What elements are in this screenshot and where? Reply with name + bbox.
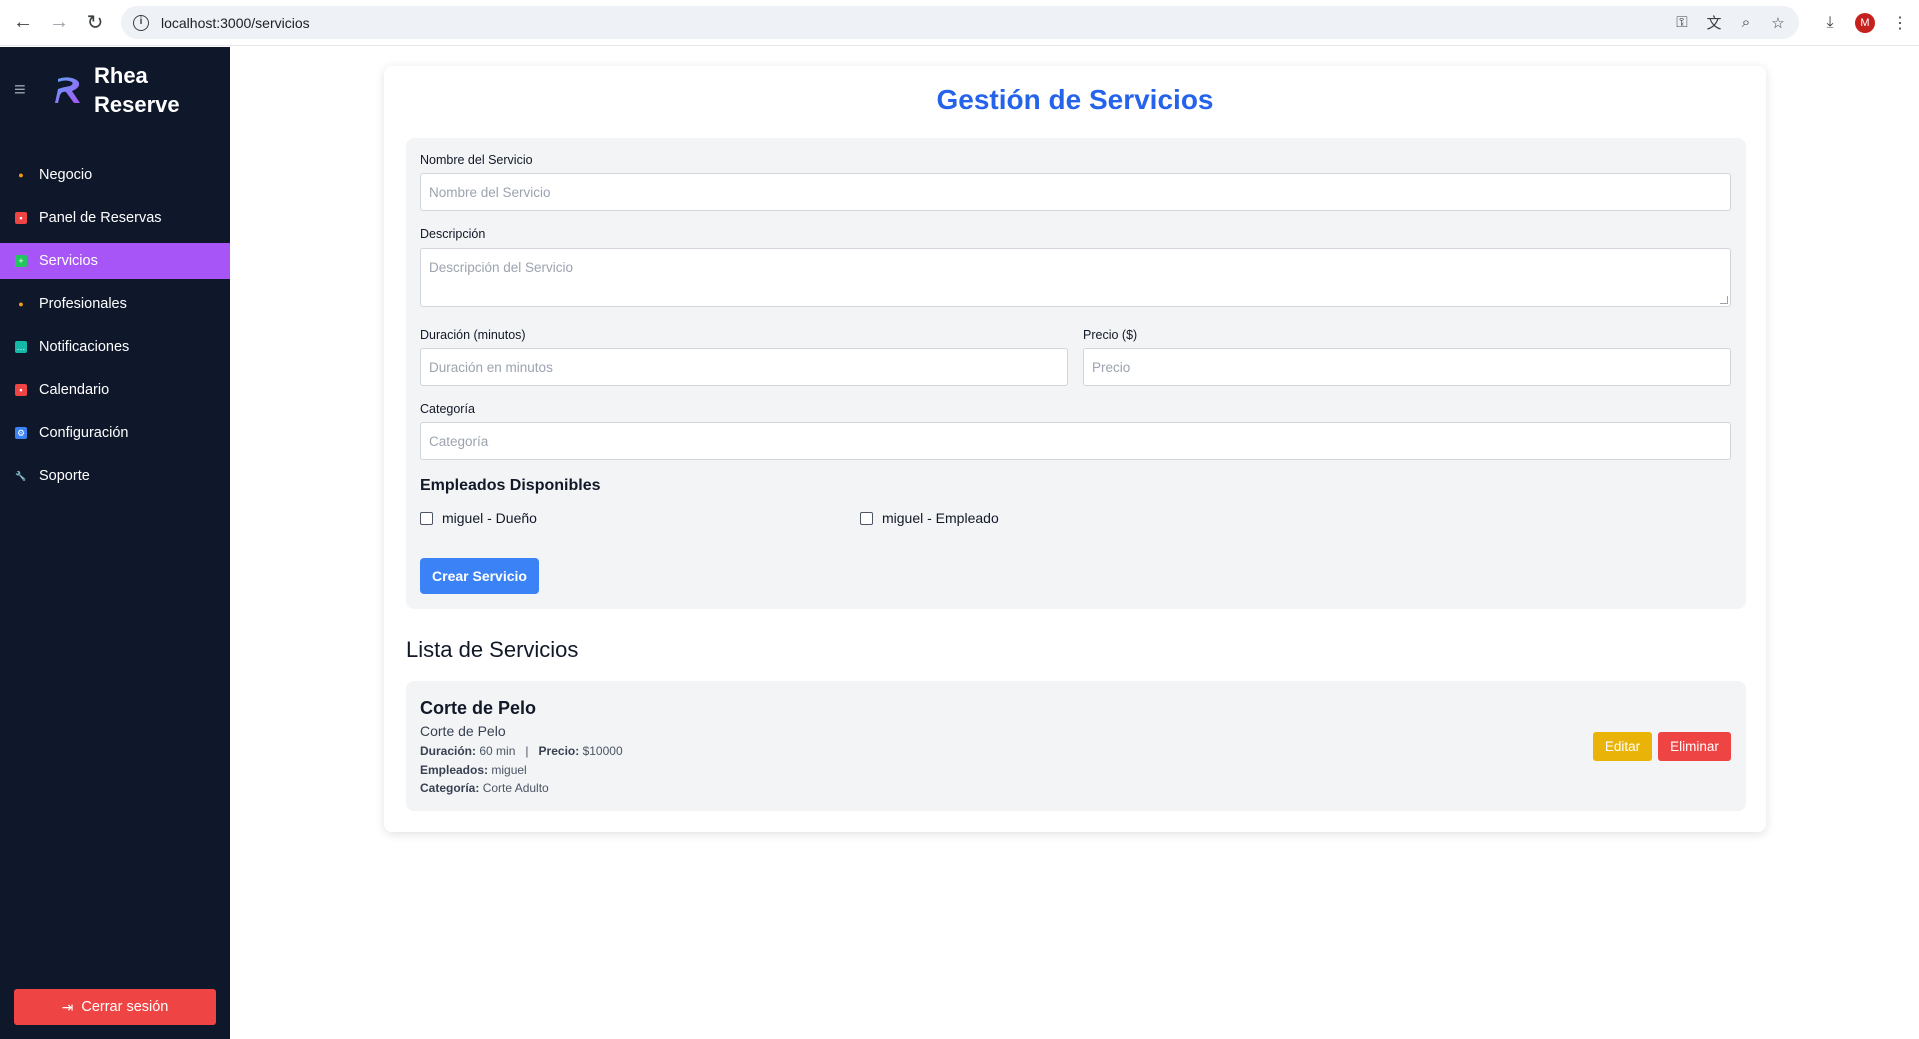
sidebar-item-configuracion[interactable]: ⚙ Configuración — [0, 415, 230, 451]
person-icon: ● — [18, 299, 24, 309]
name-label: Nombre del Servicio — [420, 153, 533, 167]
sidebar-item-soporte[interactable]: 🔧 Soporte — [0, 458, 230, 494]
page-title: Gestión de Servicios — [936, 84, 1214, 115]
brand-name: Rhea Reserve — [94, 63, 180, 117]
calendar-icon: ▪ — [15, 384, 27, 396]
category-input[interactable]: Categoría — [420, 422, 1731, 460]
employee-label: miguel - Empleado — [882, 510, 999, 526]
logout-button[interactable]: ⇥ Cerrar sesión — [14, 989, 216, 1025]
more-menu-icon[interactable]: ⋮ — [1889, 12, 1911, 34]
wrench-icon: 🔧 — [15, 470, 27, 481]
category-key: Categoría: — [420, 781, 480, 795]
sidebar-item-negocio[interactable]: ● Negocio — [0, 157, 230, 193]
service-item: Corte de Pelo Corte de Pelo Duración: 60… — [406, 681, 1746, 811]
sidebar-item-label: Negocio — [39, 167, 93, 183]
logout-label: Cerrar sesión — [81, 999, 169, 1015]
address-bar[interactable]: i localhost:3000/servicios ⚿ 文 ⌕ ☆ — [121, 6, 1799, 39]
sidebar-item-label: Profesionales — [39, 296, 127, 312]
service-name-input[interactable]: Nombre del Servicio — [420, 173, 1731, 211]
download-icon[interactable]: ⤓ — [1819, 12, 1841, 34]
employee-label: miguel - Dueño — [442, 510, 537, 526]
rhea-logo-icon — [55, 77, 80, 103]
description-placeholder: Descripción del Servicio — [429, 260, 574, 275]
sidebar-item-label: Soporte — [39, 468, 90, 484]
description-textarea[interactable]: Descripción del Servicio — [420, 248, 1731, 307]
description-label: Descripción — [420, 227, 486, 241]
sidebar-item-label: Configuración — [39, 425, 129, 441]
duration-value: 60 min — [479, 744, 516, 758]
employee-checkbox-employee[interactable]: miguel - Empleado — [860, 510, 999, 526]
logout-icon: ⇥ — [61, 998, 74, 1015]
edit-button[interactable]: Editar — [1593, 732, 1652, 761]
sidebar-item-notificaciones[interactable]: … Notificaciones — [0, 329, 230, 365]
person-icon: ● — [18, 170, 24, 180]
service-duration-price: Duración: 60 min | Precio: $10000 — [420, 744, 623, 758]
address-url[interactable]: localhost:3000/servicios — [161, 15, 310, 31]
reload-icon[interactable]: ↻ — [78, 6, 112, 40]
price-value: $10000 — [582, 744, 623, 758]
site-info-icon[interactable]: i — [133, 14, 149, 31]
employees-key: Empleados: — [420, 763, 489, 777]
sidebar-item-label: Notificaciones — [39, 339, 130, 355]
sidebar-item-profesionales[interactable]: ● Profesionales — [0, 286, 230, 322]
service-category: Categoría: Corte Adulto — [420, 781, 549, 795]
price-input[interactable]: Precio — [1083, 348, 1731, 386]
employees-title: Empleados Disponibles — [420, 477, 601, 494]
sidebar-item-panel-reservas[interactable]: ▪ Panel de Reservas — [0, 200, 230, 236]
price-label: Precio ($) — [1083, 328, 1138, 342]
delete-button[interactable]: Eliminar — [1658, 732, 1731, 761]
star-icon[interactable]: ☆ — [1769, 14, 1787, 32]
browser-toolbar: ← → ↻ i localhost:3000/servicios ⚿ 文 ⌕ ☆… — [0, 0, 1919, 46]
sidebar-item-label: Calendario — [39, 382, 110, 398]
sidebar-item-calendario[interactable]: ▪ Calendario — [0, 372, 230, 408]
calendar-icon: ▪ — [15, 212, 27, 224]
duration-key: Duración: — [420, 744, 477, 758]
back-icon[interactable]: ← — [6, 6, 40, 40]
separator: | — [525, 744, 529, 758]
category-value: Corte Adulto — [482, 781, 549, 795]
forward-icon[interactable]: → — [42, 6, 76, 40]
profile-avatar[interactable]: M — [1855, 12, 1875, 33]
hamburger-icon[interactable]: ≡ — [14, 79, 32, 102]
service-employees: Empleados: miguel — [420, 763, 527, 777]
plus-icon: + — [15, 255, 27, 267]
sidebar-item-label: Panel de Reservas — [39, 210, 162, 226]
price-key: Precio: — [538, 744, 580, 758]
zoom-icon[interactable]: ⌕ — [1737, 14, 1755, 32]
service-name: Corte de Pelo — [420, 698, 537, 718]
translate-icon[interactable]: 文 — [1705, 14, 1723, 32]
employees-value: miguel — [491, 763, 527, 777]
sidebar-item-servicios[interactable]: + Servicios — [0, 243, 230, 279]
duration-input[interactable]: Duración en minutos — [420, 348, 1068, 386]
create-service-button[interactable]: Crear Servicio — [420, 558, 539, 594]
checkbox[interactable] — [420, 511, 433, 525]
services-list-title: Lista de Servicios — [406, 637, 579, 662]
chat-icon: … — [15, 341, 27, 353]
employee-checkbox-owner[interactable]: miguel - Dueño — [420, 510, 537, 526]
sidebar: ≡ Rhea Reserve ● Negocio ▪ Panel de Rese… — [0, 47, 230, 1039]
duration-label: Duración (minutos) — [420, 328, 526, 342]
resize-handle[interactable] — [1720, 296, 1728, 304]
service-description: Corte de Pelo — [420, 723, 506, 739]
services-card: Gestión de Servicios Nombre del Servicio… — [384, 66, 1766, 832]
brand: ≡ Rhea Reserve — [14, 61, 184, 119]
checkbox[interactable] — [860, 511, 873, 525]
key-icon[interactable]: ⚿ — [1673, 14, 1691, 32]
gear-icon: ⚙ — [15, 427, 27, 439]
category-label: Categoría — [420, 402, 475, 416]
service-form: Nombre del Servicio Nombre del Servicio … — [406, 138, 1746, 609]
sidebar-menu: ● Negocio ▪ Panel de Reservas + Servicio… — [0, 157, 230, 501]
sidebar-item-label: Servicios — [39, 253, 98, 269]
